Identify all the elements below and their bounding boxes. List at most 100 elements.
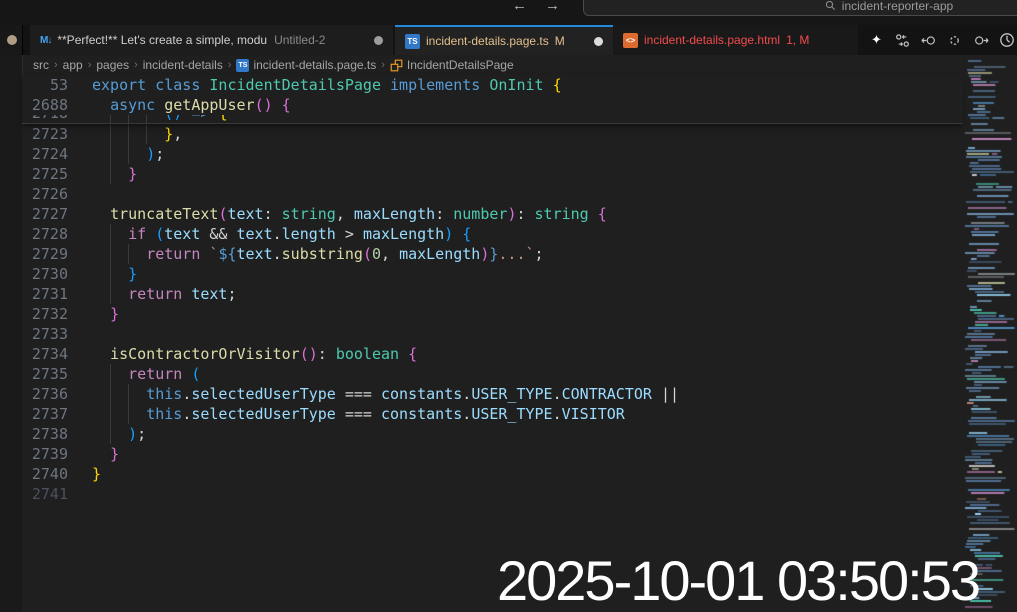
line-number: 2718 (22, 115, 68, 123)
breadcrumb-item-pages[interactable]: pages (96, 58, 129, 72)
line-number: 2688 (22, 95, 68, 115)
nav-forward-icon[interactable]: → (545, 0, 560, 14)
line-number: 2729 (22, 244, 68, 264)
chevron-right-icon: › (134, 59, 138, 71)
sticky-scroll: 53export class IncidentDetailsPage imple… (22, 75, 963, 124)
title-bar: ← → incident-reporter-app (0, 0, 1017, 25)
line-number: 2725 (22, 164, 68, 184)
typescript-icon: TS (236, 59, 249, 72)
symbol-class-icon (390, 59, 403, 72)
code-line: 2732 } (22, 304, 963, 324)
line-number: 2734 (22, 344, 68, 364)
code-line: 53export class IncidentDetailsPage imple… (22, 75, 963, 95)
tab-partial-left-group[interactable] (0, 25, 23, 55)
git-modified-badge: M (555, 34, 565, 48)
sparkle-icon[interactable]: ✦ (868, 32, 885, 49)
breadcrumb-item-file[interactable]: incident-details.page.ts (253, 58, 376, 72)
breadcrumb-item-app[interactable]: app (63, 58, 83, 72)
editor-actions: ✦ (868, 25, 1015, 55)
line-number: 2737 (22, 404, 68, 424)
line-number: 2740 (22, 464, 68, 484)
indent-guide (110, 364, 111, 384)
next-change-icon[interactable] (972, 32, 989, 49)
markdown-icon: M↓ (40, 35, 51, 46)
indent-guide (146, 115, 147, 123)
code-line: 2688 async getAppUser() { (22, 95, 963, 115)
indent-guide (110, 424, 111, 444)
search-icon (825, 0, 836, 11)
vscode-window: ← → incident-reporter-app M↓ **Perfect!*… (0, 0, 1017, 612)
chevron-right-icon: › (381, 59, 385, 71)
tab-untitled-markdown[interactable]: M↓ **Perfect!** Let's create a simple, m… (30, 25, 393, 55)
chevron-right-icon: › (54, 59, 58, 71)
code-line: 2734 isContractorOrVisitor(): boolean { (22, 344, 963, 364)
indent-guide (110, 224, 111, 244)
dirty-file-dot[interactable] (7, 35, 17, 45)
code-line: 2733 (22, 324, 963, 344)
code-line: 2727 truncateText(text: string, maxLengt… (22, 204, 963, 224)
minimap[interactable] (963, 58, 1017, 610)
indent-guide (128, 404, 129, 424)
code-line: 2731 return text; (22, 284, 963, 304)
unchanged-marker-icon[interactable] (946, 32, 963, 49)
code-lines: 2723 },2724 );2725 }27262727 truncateTex… (22, 124, 963, 504)
tab-incident-details-ts[interactable]: TS incident-details.page.ts M (395, 25, 613, 55)
tab-label: **Perfect!** Let's create a simple, modu (57, 33, 267, 47)
command-center-search[interactable]: incident-reporter-app (583, 0, 1017, 16)
line-number: 2736 (22, 384, 68, 404)
line-number: 2738 (22, 424, 68, 444)
breadcrumb-item-incident-details[interactable]: incident-details (143, 58, 223, 72)
code-editor[interactable]: 53export class IncidentDetailsPage imple… (22, 75, 963, 612)
indent-guide (110, 264, 111, 284)
indent-guide (110, 244, 111, 264)
chevron-right-icon: › (228, 59, 232, 71)
previous-change-icon[interactable] (920, 32, 937, 49)
line-number: 2731 (22, 284, 68, 304)
tab-description: Untitled-2 (274, 33, 325, 47)
line-number: 2732 (22, 304, 68, 324)
line-number: 2733 (22, 324, 68, 344)
typescript-icon: TS (405, 34, 420, 49)
html-icon: <> (623, 33, 638, 48)
indent-guide (128, 144, 129, 164)
dirty-file-dot[interactable] (374, 36, 383, 45)
indent-guide (110, 115, 111, 123)
breadcrumb-item-symbol[interactable]: IncidentDetailsPage (407, 58, 514, 72)
indent-guide (128, 244, 129, 264)
code-line: 2738 ); (22, 424, 963, 444)
left-editor-group-sliver (0, 55, 23, 612)
indent-guide (110, 164, 111, 184)
code-line: 2735 return ( (22, 364, 963, 384)
indent-guide (110, 384, 111, 404)
chevron-right-icon: › (88, 59, 92, 71)
indent-guide (110, 284, 111, 304)
indent-guide (128, 384, 129, 404)
line-number: 2727 (22, 204, 68, 224)
line-number: 2726 (22, 184, 68, 204)
code-line: 2737 this.selectedUserType === constants… (22, 404, 963, 424)
timestamp-overlay: 2025-10-01 03:50:53 (497, 548, 979, 612)
line-number: 2739 (22, 444, 68, 464)
breadcrumb-item-src[interactable]: src (33, 58, 49, 72)
code-line: 2741 (22, 484, 963, 504)
line-number: 2735 (22, 364, 68, 384)
indent-guide (146, 124, 147, 144)
nav-back-icon[interactable]: ← (512, 0, 527, 14)
indent-guide (128, 124, 129, 144)
code-line: 2736 this.selectedUserType === constants… (22, 384, 963, 404)
indent-guide (110, 144, 111, 164)
dirty-file-dot[interactable] (594, 37, 603, 46)
code-line: 2728 if (text && text.length > maxLength… (22, 224, 963, 244)
timeline-icon[interactable] (998, 32, 1015, 49)
code-line: 2725 } (22, 164, 963, 184)
tab-bar: M↓ **Perfect!** Let's create a simple, m… (0, 25, 1017, 55)
open-changes-icon[interactable] (894, 32, 911, 49)
code-line: 2723 }, (22, 124, 963, 144)
code-line: 2739 } (22, 444, 963, 464)
line-number: 2728 (22, 224, 68, 244)
problems-git-badge: 1, M (786, 33, 809, 47)
code-line: 2740} (22, 464, 963, 484)
line-number: 2724 (22, 144, 68, 164)
tab-incident-details-html[interactable]: <> incident-details.page.html 1, M (613, 25, 858, 55)
tab-label: incident-details.page.html (644, 33, 780, 47)
